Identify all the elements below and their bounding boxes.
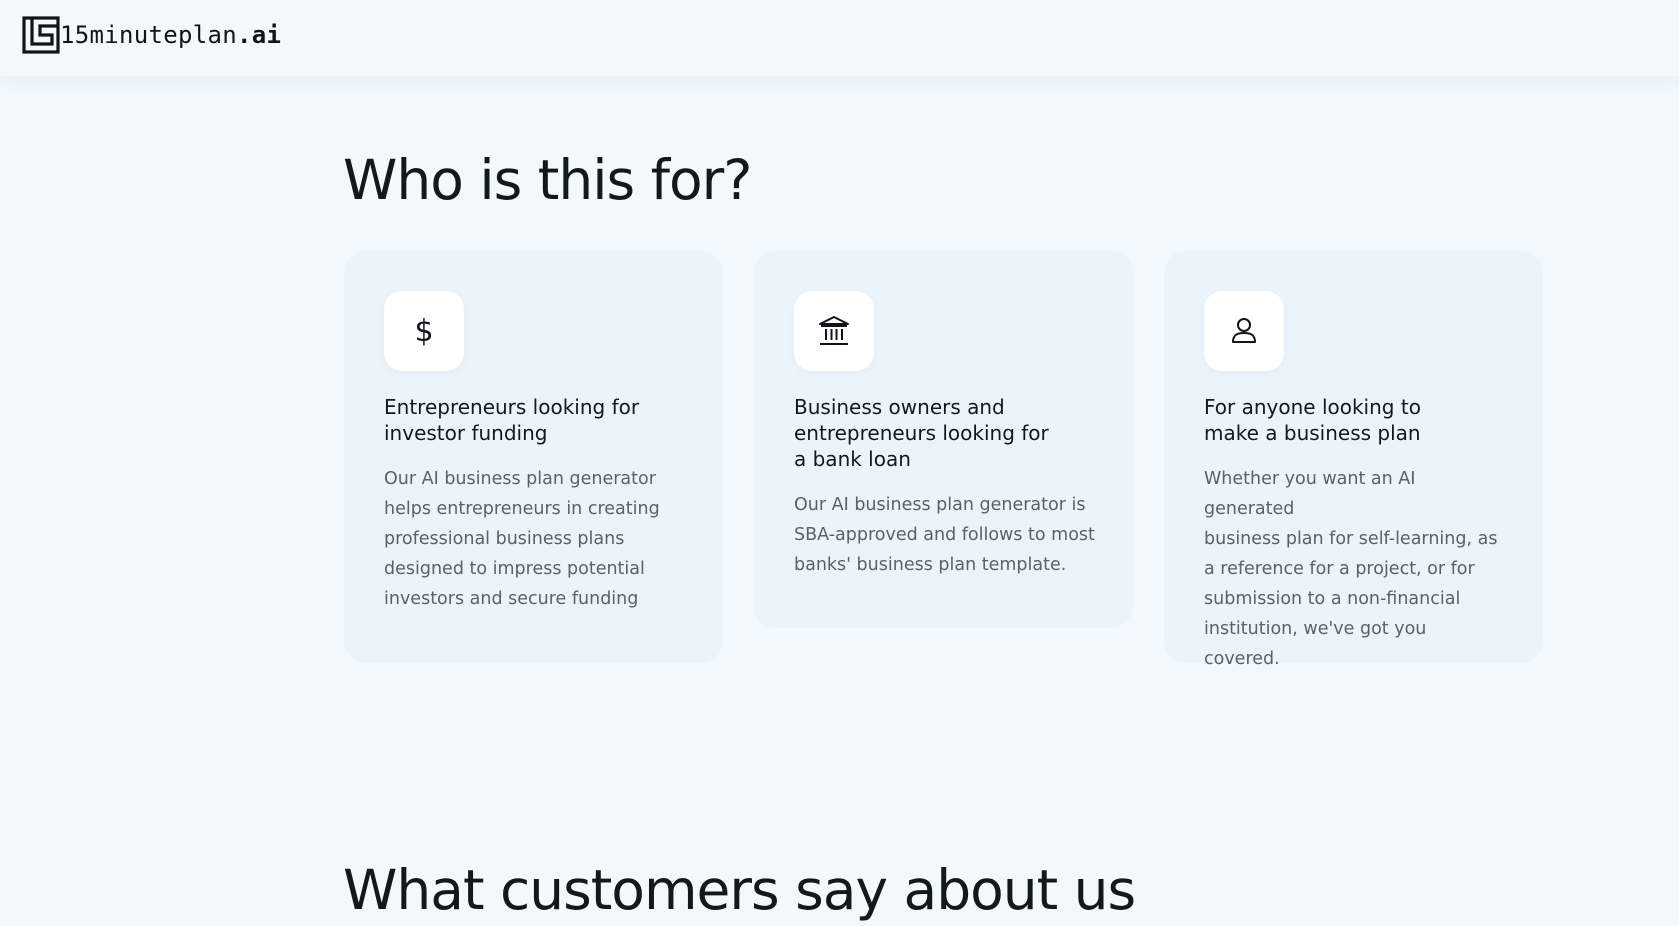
audience-card-bank-loan: Business owners and entrepreneurs lookin…	[754, 251, 1133, 628]
audience-card-anyone: For anyone looking to make a business pl…	[1164, 251, 1543, 669]
card-description: Our AI business plan generator is SBA-ap…	[794, 495, 1095, 575]
site-header: 15minuteplan.ai	[0, 0, 1679, 76]
section-title-testimonials: What customers say about us	[343, 858, 1136, 922]
icon-box: $	[384, 291, 464, 371]
card-description: Our AI business plan generator helps ent…	[384, 469, 660, 609]
icon-box	[1204, 291, 1284, 371]
icon-box	[794, 291, 874, 371]
logo-tld: .ai	[237, 21, 282, 49]
dollar-sign-icon: $	[414, 314, 433, 348]
user-icon	[1232, 318, 1256, 343]
bank-icon	[819, 316, 849, 345]
section-title-who: Who is this for?	[343, 148, 752, 212]
logo-name: 15minuteplan	[60, 21, 237, 49]
audience-card-investors: $ Entrepreneurs looking for investor fun…	[344, 251, 723, 663]
svg-text:$: $	[414, 314, 433, 348]
card-description: Whether you want an AI generated busines…	[1204, 469, 1498, 669]
card-title: Entrepreneurs looking for investor fundi…	[384, 395, 640, 445]
logo-icon	[22, 16, 60, 54]
card-title: For anyone looking to make a business pl…	[1204, 395, 1421, 445]
card-title: Business owners and entrepreneurs lookin…	[794, 395, 1049, 471]
logo-link[interactable]: 15minuteplan.ai	[22, 16, 281, 54]
logo-wordmark: 15minuteplan.ai	[60, 16, 281, 54]
